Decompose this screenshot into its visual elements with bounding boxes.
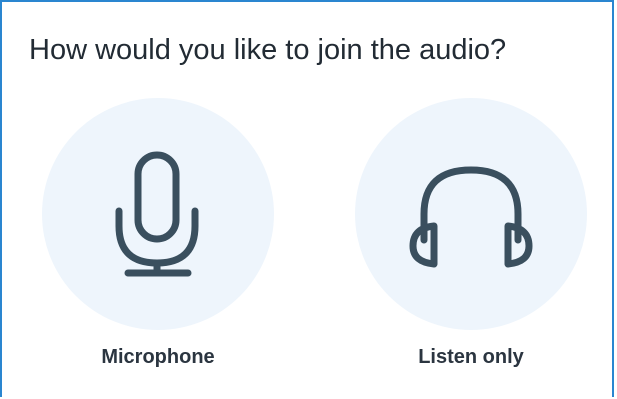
microphone-icon	[42, 98, 274, 330]
listen-only-button-circle[interactable]	[355, 98, 587, 330]
microphone-button-circle[interactable]	[42, 98, 274, 330]
audio-join-dialog: How would you like to join the audio? Mi…	[0, 0, 614, 397]
dialog-title: How would you like to join the audio?	[29, 34, 507, 66]
microphone-option-label[interactable]: Microphone	[42, 346, 274, 369]
headphones-icon	[355, 98, 587, 330]
microphone-option-button[interactable]: Microphone	[42, 98, 274, 368]
listen-only-option-button[interactable]: Listen only	[355, 98, 587, 368]
listen-only-option-label[interactable]: Listen only	[355, 346, 587, 369]
